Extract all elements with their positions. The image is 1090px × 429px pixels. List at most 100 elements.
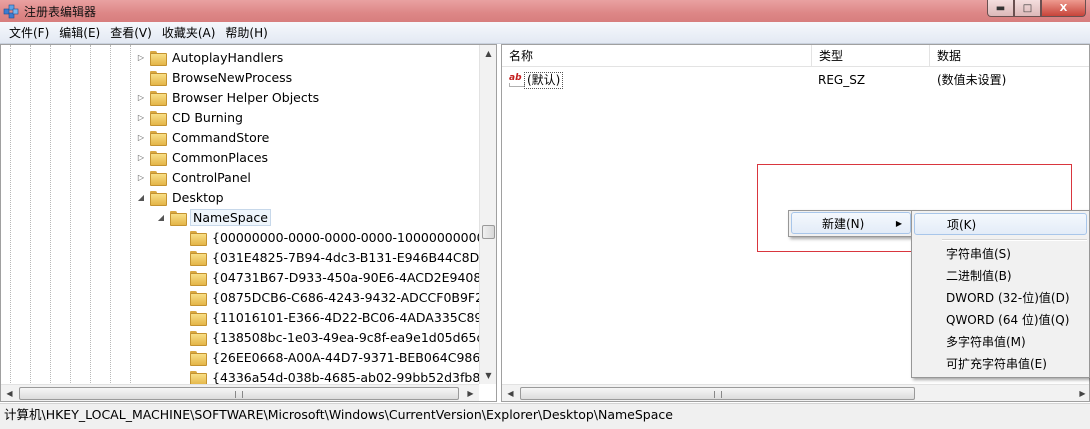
menu-item-label: DWORD (32-位)值(D) xyxy=(946,291,1070,305)
scroll-left-icon[interactable]: ◀ xyxy=(1,385,18,401)
menu-item-key[interactable]: 项(K) xyxy=(914,213,1087,235)
minimize-button[interactable]: ▬ xyxy=(987,0,1014,17)
tree-node[interactable]: {031E4825-7B94-4dc3-B131-E946B44C8DD5} xyxy=(176,247,497,267)
tree-vertical-scrollbar[interactable]: ▲ ▼ xyxy=(479,45,496,384)
tree-node-label: BrowseNewProcess xyxy=(172,69,293,85)
tree-node[interactable]: ▷ AutoplayHandlers xyxy=(136,47,285,67)
scroll-thumb[interactable] xyxy=(19,387,459,400)
tree-node[interactable]: ▷ CommandStore xyxy=(136,127,271,147)
tree-guide-line xyxy=(50,45,51,401)
tree-node[interactable]: {0875DCB6-C686-4243-9432-ADCCF0B9F2D7} xyxy=(176,287,497,307)
menu-item-label: 新建(N) xyxy=(822,217,865,231)
menu-item-label: QWORD (64 位)值(Q) xyxy=(946,313,1070,327)
folder-icon xyxy=(190,230,207,246)
value-name: (默认) xyxy=(524,72,564,89)
tree-node[interactable]: {04731B67-D933-450a-90E6-4ACD2E9408FE} xyxy=(176,267,496,287)
status-bar: 计算机\HKEY_LOCAL_MACHINE\SOFTWARE\Microsof… xyxy=(0,403,1090,429)
folder-open-icon xyxy=(170,210,187,226)
tree-node-label: CommonPlaces xyxy=(172,149,269,165)
menu-item-binary-value[interactable]: 二进制值(B) xyxy=(914,265,1087,287)
grip-icon xyxy=(714,391,722,398)
tree-node-label: {138508bc-1e03-49ea-9c8f-ea9e1d05d65d} xyxy=(212,329,493,345)
submenu-arrow-icon: ▶ xyxy=(895,219,902,228)
expand-arrow-icon[interactable]: ▷ xyxy=(136,93,146,102)
menu-bar: 文件(F) 编辑(E) 查看(V) 收藏夹(A) 帮助(H) xyxy=(0,22,1090,44)
tree-node[interactable]: ▷ Browser Helper Objects xyxy=(136,87,321,107)
menu-file[interactable]: 文件(F) xyxy=(4,23,54,43)
folder-open-icon xyxy=(150,190,167,206)
context-menu: 新建(N) ▶ xyxy=(788,210,914,237)
tree-node[interactable]: {00000000-0000-0000-0000-100000000002} xyxy=(176,227,497,247)
menu-item-label: 多字符串值(M) xyxy=(946,335,1026,349)
folder-icon xyxy=(190,250,207,266)
scroll-left-icon[interactable]: ◀ xyxy=(502,385,519,401)
tree-node-label: {26EE0668-A00A-44D7-9371-BEB064C98683} xyxy=(212,349,497,365)
scroll-right-icon[interactable]: ▶ xyxy=(1074,385,1089,401)
list-header: 名称 类型 数据 xyxy=(502,45,1089,67)
folder-icon xyxy=(190,370,207,386)
tree-node-label: CommandStore xyxy=(172,129,270,145)
tree-node[interactable]: {138508bc-1e03-49ea-9c8f-ea9e1d05d65d} xyxy=(176,327,494,347)
menu-item-new[interactable]: 新建(N) ▶ xyxy=(791,212,911,234)
registry-path: 计算机\HKEY_LOCAL_MACHINE\SOFTWARE\Microsof… xyxy=(4,407,673,422)
folder-icon xyxy=(150,130,167,146)
scroll-down-icon[interactable]: ▼ xyxy=(480,367,496,384)
new-submenu: 项(K) 字符串值(S) 二进制值(B) DWORD (32-位)值(D) QW… xyxy=(911,210,1090,378)
grip-icon xyxy=(235,391,243,398)
maximize-button[interactable]: □ xyxy=(1014,0,1041,17)
tree-node-label: {0875DCB6-C686-4243-9432-ADCCF0B9F2D7} xyxy=(212,289,497,305)
regedit-icon xyxy=(3,4,19,19)
string-value-icon: ab xyxy=(509,73,525,87)
collapse-arrow-icon[interactable]: ◢ xyxy=(156,213,166,222)
tree-node[interactable]: {26EE0668-A00A-44D7-9371-BEB064C98683} xyxy=(176,347,497,367)
window-controls: ▬ □ X xyxy=(987,0,1086,17)
menu-view[interactable]: 查看(V) xyxy=(105,23,157,43)
scroll-up-icon[interactable]: ▲ xyxy=(480,45,496,62)
tree-node[interactable]: ▷ CD Burning xyxy=(136,107,245,127)
folder-icon xyxy=(190,270,207,286)
tree-horizontal-scrollbar[interactable]: ◀ ▶ xyxy=(1,384,479,401)
expand-arrow-icon[interactable]: ▷ xyxy=(136,173,146,182)
tree-node[interactable]: ▷ ControlPanel xyxy=(136,167,253,187)
menu-item-label: 字符串值(S) xyxy=(946,247,1011,261)
scroll-thumb[interactable] xyxy=(482,225,495,239)
column-header-type[interactable]: 类型 xyxy=(812,45,930,67)
column-header-data[interactable]: 数据 xyxy=(930,45,1089,67)
menu-item-string-value[interactable]: 字符串值(S) xyxy=(914,243,1087,265)
tree-node-selected[interactable]: ◢ NameSpace xyxy=(156,207,271,227)
menu-item-dword-value[interactable]: DWORD (32-位)值(D) xyxy=(914,287,1087,309)
menu-favorites[interactable]: 收藏夹(A) xyxy=(157,23,221,43)
folder-icon xyxy=(150,50,167,66)
close-button[interactable]: X xyxy=(1041,0,1086,17)
tree-guide-line xyxy=(30,45,31,401)
tree-node[interactable]: ◢ Desktop xyxy=(136,187,226,207)
folder-icon xyxy=(150,90,167,106)
menu-item-expandable-string-value[interactable]: 可扩充字符串值(E) xyxy=(914,353,1087,375)
expand-arrow-icon[interactable]: ▷ xyxy=(136,113,146,122)
menu-item-qword-value[interactable]: QWORD (64 位)值(Q) xyxy=(914,309,1087,331)
tree-guide-line xyxy=(70,45,71,401)
tree-node-label: {00000000-0000-0000-0000-100000000002} xyxy=(212,229,497,245)
tree-node[interactable]: BrowseNewProcess xyxy=(136,67,294,87)
list-item[interactable]: ab (默认) REG_SZ (数值未设置) xyxy=(502,69,1089,91)
tree-node[interactable]: {11016101-E366-4D22-BC06-4ADA335C892B} xyxy=(176,307,496,327)
tree-node-label: {031E4825-7B94-4dc3-B131-E946B44C8DD5} xyxy=(212,249,497,265)
expand-arrow-icon[interactable]: ▷ xyxy=(136,53,146,62)
menu-edit[interactable]: 编辑(E) xyxy=(54,23,105,43)
scroll-thumb[interactable] xyxy=(520,387,915,400)
tree-node[interactable]: ▷ CommonPlaces xyxy=(136,147,270,167)
expand-arrow-icon[interactable]: ▷ xyxy=(136,133,146,142)
tree-node-label: NameSpace xyxy=(190,208,271,226)
menu-help[interactable]: 帮助(H) xyxy=(220,23,272,43)
scroll-right-icon[interactable]: ▶ xyxy=(462,385,479,401)
collapse-arrow-icon[interactable]: ◢ xyxy=(136,193,146,202)
tree-node-label: Browser Helper Objects xyxy=(172,89,320,105)
folder-icon xyxy=(150,70,167,86)
list-horizontal-scrollbar[interactable]: ◀ ▶ xyxy=(502,384,1089,401)
folder-icon xyxy=(190,310,207,326)
expand-arrow-icon[interactable]: ▷ xyxy=(136,153,146,162)
value-type: REG_SZ xyxy=(818,73,866,87)
menu-item-multi-string-value[interactable]: 多字符串值(M) xyxy=(914,331,1087,353)
menu-item-label: 项(K) xyxy=(947,218,977,232)
column-header-name[interactable]: 名称 xyxy=(502,45,812,67)
